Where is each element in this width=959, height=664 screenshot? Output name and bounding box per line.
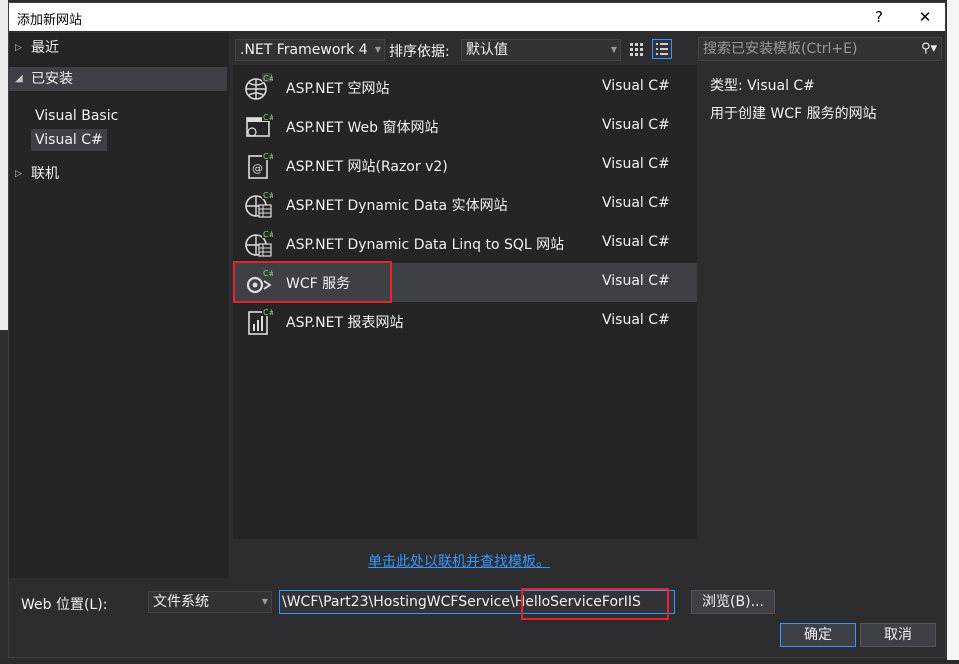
template-name: ASP.NET Dynamic Data Linq to SQL 网站 xyxy=(286,237,565,253)
background-bottom-edge xyxy=(0,660,959,664)
svg-text:C#: C# xyxy=(263,308,273,317)
template-list: C# ASP.NET 空网站 Visual C# C# ASP.NET Web … xyxy=(233,65,697,539)
template-language: Visual C# xyxy=(602,156,670,172)
add-new-website-dialog: 添加新网站 ? ✕ ▷ 最近 ◢ 已安装 Visual Basic Visual… xyxy=(8,2,946,658)
cancel-button[interactable]: 取消 xyxy=(860,623,936,647)
template-language: Visual C# xyxy=(602,117,670,133)
collapse-arrow-icon: ◢ xyxy=(15,73,23,84)
sort-value: 默认值 xyxy=(466,42,508,58)
template-language: Visual C# xyxy=(602,234,670,250)
sort-label: 排序依据: xyxy=(389,44,450,60)
template-row[interactable]: C# ASP.NET Dynamic Data 实体网站 Visual C# xyxy=(233,185,697,224)
svg-text:C#: C# xyxy=(263,113,273,122)
template-type-text: 类型: Visual C# xyxy=(710,78,815,94)
dynamic-data-icon: C# xyxy=(245,190,273,218)
expand-arrow-icon: ▷ xyxy=(15,169,22,179)
background-window-edge-dark xyxy=(0,330,8,664)
svg-text:@: @ xyxy=(252,162,263,175)
template-language: Visual C# xyxy=(602,78,670,94)
template-row[interactable]: C# ASP.NET 空网站 Visual C# xyxy=(233,68,697,107)
template-row[interactable]: C# ASP.NET Dynamic Data Linq to SQL 网站 V… xyxy=(233,224,697,263)
search-placeholder: 搜索已安装模板(Ctrl+E) xyxy=(703,41,858,57)
ok-button[interactable]: 确定 xyxy=(780,623,856,647)
grid-view-button[interactable] xyxy=(627,40,647,60)
dynamic-data-linq-icon: C# xyxy=(245,229,273,257)
help-button[interactable]: ? xyxy=(861,3,897,31)
template-name: ASP.NET 网站(Razor v2) xyxy=(286,159,448,175)
template-row[interactable]: C# ASP.NET Web 窗体网站 Visual C# xyxy=(233,107,697,146)
template-row[interactable]: C# ASP.NET 报表网站 Visual C# xyxy=(233,302,697,341)
background-right-edge xyxy=(947,0,959,664)
template-category-nav: ▷ 最近 ◢ 已安装 Visual Basic Visual C# ▷ 联机 xyxy=(9,33,229,578)
template-name: ASP.NET Web 窗体网站 xyxy=(286,120,439,136)
expand-arrow-icon: ▷ xyxy=(15,43,22,53)
web-location-label: Web 位置(L): xyxy=(21,597,108,613)
nav-recent-label: 最近 xyxy=(31,40,59,56)
browse-button[interactable]: 浏览(B)... xyxy=(691,590,775,614)
online-templates-link[interactable]: 单击此处以联机并查找模板。 xyxy=(368,551,550,571)
search-installed-templates-input[interactable]: 搜索已安装模板(Ctrl+E) ⚲▾ xyxy=(698,37,942,61)
title-bar: 添加新网站 ? ✕ xyxy=(9,3,945,31)
location-type-value: 文件系统 xyxy=(153,594,209,610)
sort-select[interactable]: 默认值 ▼ xyxy=(461,39,621,61)
path-prefix: \WCF\Part23\HostingWCFService\ xyxy=(282,594,515,610)
dropdown-arrow-icon: ▼ xyxy=(261,597,268,606)
dialog-title: 添加新网站 xyxy=(17,13,83,28)
template-language: Visual C# xyxy=(602,273,670,289)
list-view-icon xyxy=(656,43,668,55)
framework-select[interactable]: .NET Framework 4 ▼ xyxy=(235,39,385,61)
grid-view-icon xyxy=(630,43,643,56)
framework-value: .NET Framework 4 xyxy=(240,42,368,58)
location-bar: Web 位置(L): 文件系统 ▼ \WCF\Part23\HostingWCF… xyxy=(9,581,945,657)
nav-item-visual-basic[interactable]: Visual Basic xyxy=(31,105,122,127)
nav-item-visual-csharp[interactable]: Visual C# xyxy=(31,129,107,151)
location-type-select[interactable]: 文件系统 ▼ xyxy=(148,591,272,613)
highlight-box-wcf xyxy=(233,261,392,303)
nav-online-label: 联机 xyxy=(31,166,59,182)
nav-installed-label: 已安装 xyxy=(31,71,73,87)
razor-csharp-icon: @ C# xyxy=(248,151,273,179)
svg-text:C#: C# xyxy=(263,191,273,200)
list-view-button[interactable] xyxy=(652,39,672,59)
template-row[interactable]: @ C# ASP.NET 网站(Razor v2) Visual C# xyxy=(233,146,697,185)
svg-text:C#: C# xyxy=(263,230,273,239)
template-language: Visual C# xyxy=(602,312,670,328)
highlight-box-path xyxy=(521,588,669,620)
webform-csharp-icon: C# xyxy=(246,112,273,137)
template-name: ASP.NET 报表网站 xyxy=(286,315,404,331)
nav-item-installed[interactable]: ◢ 已安装 xyxy=(9,67,227,91)
template-name: ASP.NET Dynamic Data 实体网站 xyxy=(286,198,508,214)
template-details-panel: 类型: Visual C# 用于创建 WCF 服务的网站 xyxy=(699,65,943,539)
report-site-icon: C# xyxy=(248,307,273,335)
template-name: ASP.NET 空网站 xyxy=(286,81,390,97)
close-button[interactable]: ✕ xyxy=(907,3,943,31)
svg-text:C#: C# xyxy=(263,74,273,83)
svg-text:C#: C# xyxy=(263,152,273,161)
globe-csharp-icon: C# xyxy=(245,73,273,100)
search-icon[interactable]: ⚲▾ xyxy=(921,38,937,60)
dropdown-arrow-icon: ▼ xyxy=(610,45,617,54)
template-language: Visual C# xyxy=(602,195,670,211)
template-description: 用于创建 WCF 服务的网站 xyxy=(710,106,877,122)
dropdown-arrow-icon: ▼ xyxy=(374,45,381,54)
